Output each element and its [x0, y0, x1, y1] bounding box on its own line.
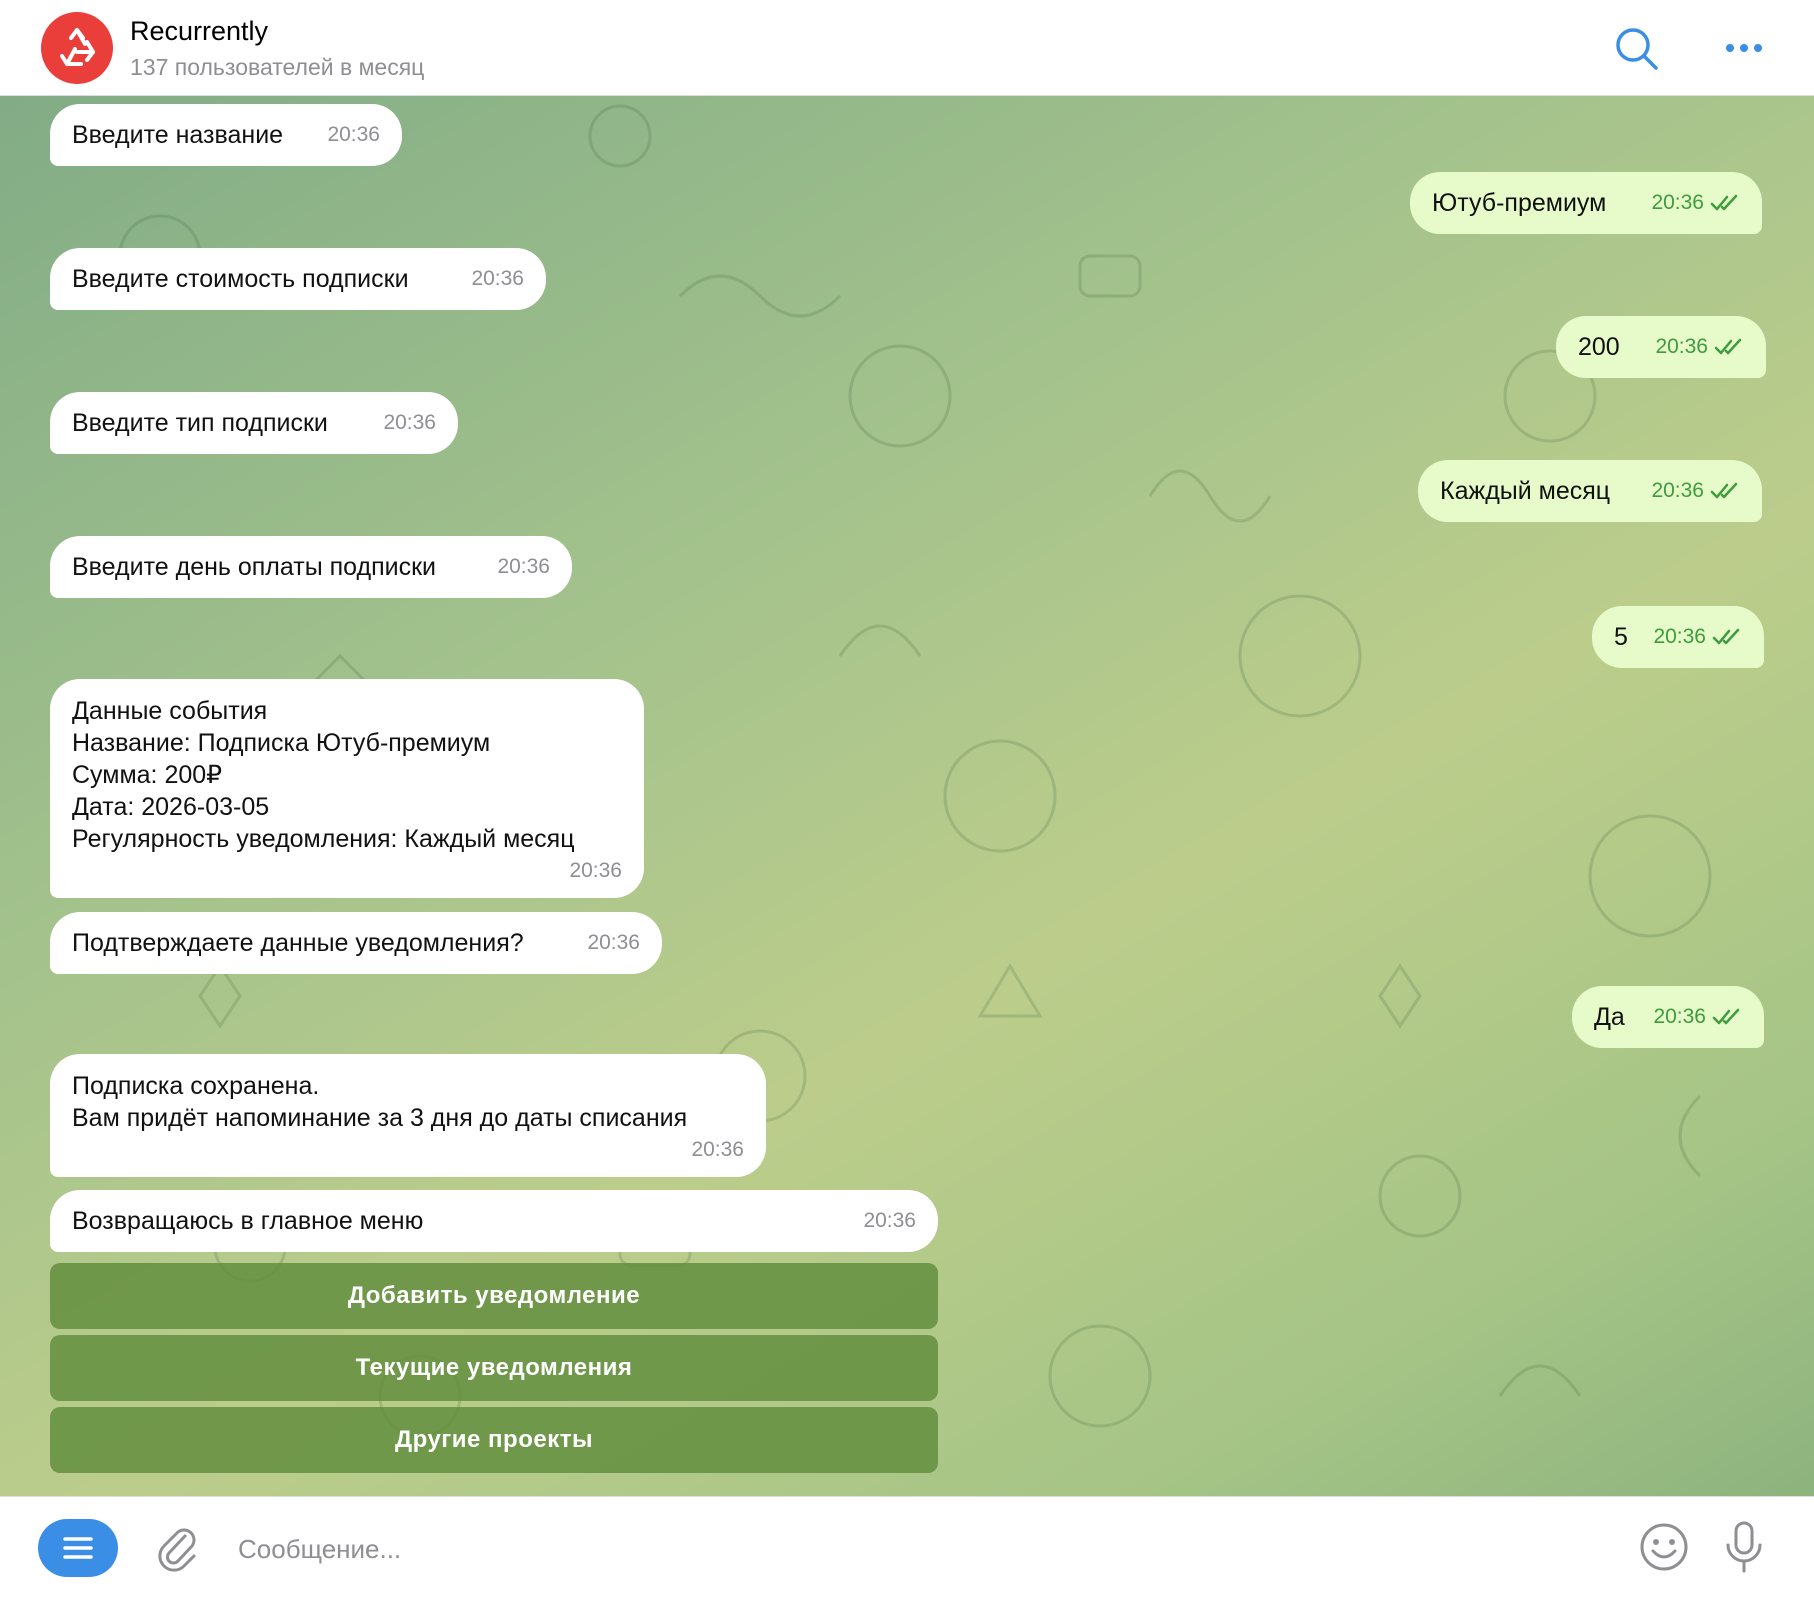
incoming-message[interactable]: Введите название 20:36: [50, 104, 402, 166]
search-icon[interactable]: [1612, 24, 1660, 72]
double-check-icon: [1710, 194, 1738, 211]
incoming-message[interactable]: Введите день оплаты подписки 20:36: [50, 536, 572, 598]
more-icon[interactable]: [1720, 24, 1768, 72]
double-check-icon: [1712, 628, 1740, 645]
paperclip-icon[interactable]: [152, 1523, 202, 1573]
message-time: 20:36: [569, 859, 622, 882]
outgoing-message[interactable]: Ютуб-премиум 20:36: [1410, 172, 1762, 234]
chat-subtitle: 137 пользователей в месяц: [130, 54, 425, 80]
message-text: Каждый месяц: [1440, 477, 1611, 505]
message-text-line: Название: Подписка Ютуб-премиум: [72, 729, 491, 757]
outgoing-message[interactable]: 5 20:36: [1592, 606, 1764, 668]
message-composer: [0, 1496, 1814, 1598]
incoming-message[interactable]: Подписка сохранена. Вам придёт напоминани…: [50, 1054, 766, 1177]
message-time: 20:36: [863, 1209, 916, 1232]
message-text: Введите тип подписки: [72, 409, 328, 437]
incoming-message[interactable]: Подтверждаете данные уведомления? 20:36: [50, 912, 662, 974]
message-text: Введите название: [72, 121, 284, 149]
microphone-icon[interactable]: [1720, 1519, 1768, 1575]
message-text-line: Сумма: 200₽: [72, 761, 223, 789]
message-time: 20:36: [497, 555, 550, 578]
double-check-icon: [1714, 338, 1742, 355]
message-text: Введите день оплаты подписки: [72, 553, 437, 581]
chat-title[interactable]: Recurrently: [130, 16, 268, 47]
message-time: 20:36: [1655, 335, 1708, 358]
message-time: 20:36: [691, 1138, 744, 1161]
message-text: 5: [1614, 623, 1628, 651]
keyboard-button-add-notification[interactable]: Добавить уведомление: [50, 1263, 938, 1329]
recycle-icon: [60, 28, 95, 66]
message-text-line: Дата: 2026-03-05: [72, 793, 270, 821]
message-text: Подтверждаете данные уведомления?: [72, 929, 524, 957]
message-time: 20:36: [383, 411, 436, 434]
message-text: Введите стоимость подписки: [72, 265, 409, 293]
message-text: 200: [1578, 333, 1620, 361]
message-text-line: Подписка сохранена.: [72, 1072, 320, 1100]
bot-avatar[interactable]: [41, 12, 113, 84]
keyboard-button-other-projects[interactable]: Другие проекты: [50, 1407, 938, 1473]
bot-menu-button[interactable]: [38, 1519, 118, 1577]
message-text: Да: [1594, 1003, 1625, 1031]
outgoing-message[interactable]: 200 20:36: [1556, 316, 1766, 378]
incoming-message[interactable]: Возвращаюсь в главное меню 20:36: [50, 1190, 938, 1252]
message-text-line: Данные события: [72, 697, 268, 725]
incoming-message[interactable]: Введите тип подписки 20:36: [50, 392, 458, 454]
message-time: 20:36: [587, 931, 640, 954]
message-input[interactable]: [236, 1521, 1620, 1577]
chat-header: Recurrently 137 пользователей в месяц: [0, 0, 1814, 96]
message-text-line: Вам придёт напоминание за 3 дня до даты …: [72, 1104, 688, 1132]
emoji-icon[interactable]: [1638, 1521, 1690, 1573]
message-time: 20:36: [471, 267, 524, 290]
message-time: 20:36: [327, 123, 380, 146]
keyboard-button-current-notifications[interactable]: Текущие уведомления: [50, 1335, 938, 1401]
outgoing-message[interactable]: Да 20:36: [1572, 986, 1764, 1048]
message-time: 20:36: [1651, 479, 1704, 502]
message-time: 20:36: [1651, 191, 1704, 214]
chat-area[interactable]: Введите название 20:36 Ютуб-премиум 20:36 Вв…: [0, 96, 1814, 1496]
message-time: 20:36: [1653, 1005, 1706, 1028]
message-text-line: Регулярность уведомления: Каждый месяц: [72, 825, 575, 853]
double-check-icon: [1712, 1008, 1740, 1025]
double-check-icon: [1710, 482, 1738, 499]
menu-icon: [63, 1537, 93, 1559]
outgoing-message[interactable]: Каждый месяц 20:36: [1418, 460, 1762, 522]
incoming-message[interactable]: Введите стоимость подписки 20:36: [50, 248, 546, 310]
message-text: Ютуб-премиум: [1432, 189, 1607, 217]
incoming-message[interactable]: Данные события Название: Подписка Ютуб-пр…: [50, 679, 644, 898]
message-text: Возвращаюсь в главное меню: [72, 1207, 424, 1235]
message-time: 20:36: [1653, 625, 1706, 648]
